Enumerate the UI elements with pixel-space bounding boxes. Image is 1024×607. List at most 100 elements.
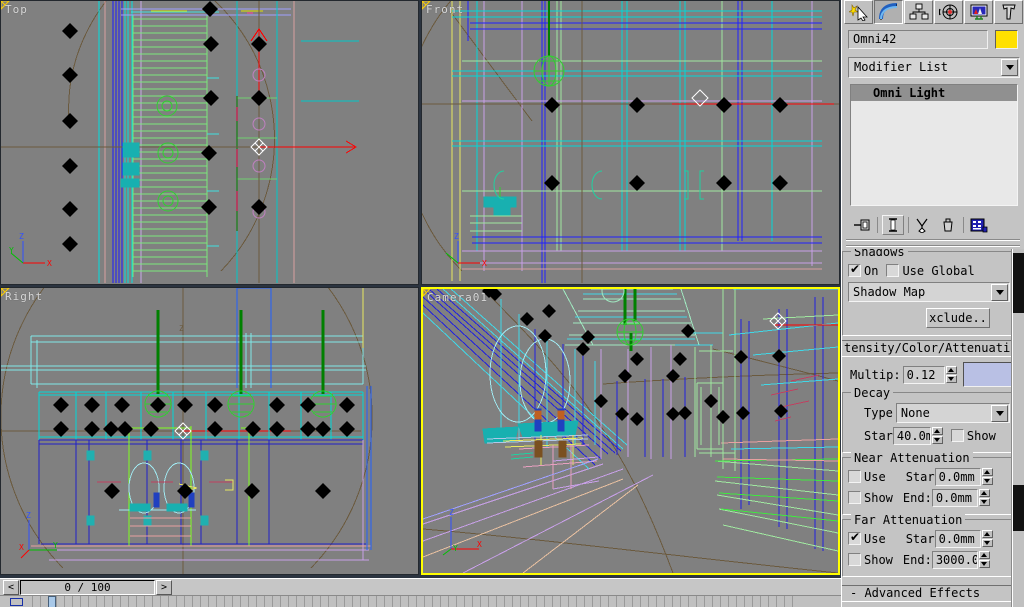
command-panel-tabs (844, 0, 1024, 26)
decay-start-label: Star (864, 428, 893, 443)
decay-group-label: Decay (851, 386, 894, 400)
toolbar-separator-2 (908, 217, 909, 233)
near-show-checkbox[interactable] (848, 491, 861, 504)
use-global-checkbox[interactable] (886, 264, 900, 277)
decay-start-row: Star 40.0m Show (848, 426, 1010, 445)
bent-tube-icon (878, 3, 897, 20)
far-attenuation-group: Far Attenuation Use Star 0.0mm Show End: (842, 513, 1014, 577)
near-start-spinner[interactable] (981, 467, 993, 486)
shadows-on-checkbox[interactable] (848, 262, 861, 277)
exclude-button[interactable]: xclude.. (926, 308, 990, 328)
modifier-list-dropdown[interactable]: Modifier List (848, 57, 1020, 78)
track-bar[interactable] (0, 595, 841, 607)
decay-start-field[interactable]: 40.0m (892, 426, 931, 445)
make-unique-icon (916, 218, 928, 233)
key-filter-icon[interactable] (10, 598, 23, 606)
viewport-right-wireframe: Z Y X Z (1, 288, 373, 574)
far-end-label: End: (902, 552, 932, 567)
decay-start-spinner[interactable] (931, 426, 943, 445)
max-window: Z X Y Top Z X Front Z Y X Z Right Z X Y … (0, 0, 1024, 607)
viewport-camera[interactable]: Z X Y Camera01 (421, 287, 840, 575)
near-start-field[interactable]: 0.0mm (934, 467, 981, 486)
far-show-checkbox[interactable] (848, 553, 861, 566)
use-global-label: Use Global (902, 263, 975, 278)
far-show-row: Show End: 3000.0 (848, 550, 1010, 569)
multiplier-label: Multip: (850, 367, 901, 382)
chevron-down-icon[interactable] (1001, 59, 1018, 76)
svg-text:X: X (482, 259, 487, 268)
frame-readout[interactable]: 0 / 100 (20, 580, 155, 595)
svg-text:Z: Z (179, 324, 184, 333)
near-show-row: Show End: 0.0mm (848, 488, 1010, 507)
tab-utilities[interactable] (994, 0, 1023, 24)
tab-display[interactable] (964, 0, 993, 24)
time-slider-handle[interactable] (48, 596, 56, 607)
toolbar-separator-3 (963, 217, 964, 233)
intensity-rollout-header[interactable]: tensity/Color/Attenuati (842, 340, 1014, 357)
object-color-swatch[interactable] (995, 30, 1018, 49)
tab-create[interactable] (844, 0, 873, 24)
configure-sets-button[interactable] (968, 215, 990, 235)
hammer-icon (1001, 4, 1016, 20)
svg-text:X: X (19, 543, 24, 552)
decay-show-checkbox[interactable] (950, 429, 964, 442)
remove-modifier-button[interactable] (937, 215, 959, 235)
near-end-field[interactable]: 0.0mm (931, 488, 978, 507)
pin-stack-button[interactable] (851, 215, 873, 235)
near-attenuation-group: Near Attenuation Use Star 0.0mm Show End (842, 451, 1014, 515)
far-start-spinner[interactable] (981, 529, 993, 548)
near-start-label: Star (905, 469, 935, 484)
near-show-label: Show (864, 490, 893, 505)
command-panel-scrollbar[interactable] (1013, 249, 1024, 607)
multiplier-spinner[interactable] (945, 365, 957, 384)
modifier-stack-toolbar (850, 213, 1018, 237)
light-color-swatch[interactable] (962, 362, 1014, 387)
svg-text:X: X (477, 540, 482, 549)
prev-frame-button[interactable]: < (3, 580, 19, 595)
advanced-effects-rollout-header[interactable]: - Advanced Effects (842, 585, 1014, 602)
near-use-checkbox[interactable] (848, 470, 861, 483)
near-end-spinner[interactable] (978, 488, 990, 507)
scrollbar-thumb-lower[interactable] (1013, 485, 1024, 531)
next-frame-button[interactable]: > (156, 580, 172, 595)
svg-text:Z: Z (449, 508, 454, 517)
decay-type-chevron-down-icon[interactable] (991, 405, 1008, 422)
trash-icon (943, 218, 953, 231)
svg-text:Z: Z (454, 232, 459, 241)
far-end-field[interactable]: 3000.0 (931, 550, 978, 569)
time-bar: < 0 / 100 > (0, 578, 841, 595)
scrollbar-thumb-upper[interactable] (1013, 253, 1024, 313)
wheel-icon (938, 4, 957, 20)
tab-hierarchy[interactable] (904, 0, 933, 24)
far-use-checkbox[interactable] (848, 530, 861, 545)
command-panel: Omni42 Modifier List Omni Light Shadows … (841, 0, 1024, 607)
shadows-toggles-row: On Use Global (848, 261, 1010, 280)
viewport-front[interactable]: Z X Front (421, 0, 840, 285)
viewport-right[interactable]: Z Y X Z Right (0, 287, 419, 575)
show-end-result-icon (889, 217, 897, 232)
decay-type-dropdown[interactable]: None (895, 403, 1010, 423)
panel-divider-2 (846, 245, 1020, 247)
svg-text:X: X (47, 259, 52, 268)
far-use-row: Use Star 0.0mm (848, 529, 1010, 548)
object-name-row: Omni42 (848, 30, 1020, 50)
tab-motion[interactable] (934, 0, 963, 24)
tab-modify[interactable] (874, 0, 903, 24)
svg-text:Y: Y (53, 541, 58, 550)
modifier-stack[interactable]: Omni Light (850, 84, 1018, 206)
shadow-type-dropdown[interactable]: Shadow Map (848, 282, 1010, 302)
far-start-field[interactable]: 0.0mm (934, 529, 981, 548)
object-name-field[interactable]: Omni42 (848, 30, 988, 49)
viewport-label-camera: Camera01 (427, 291, 488, 304)
viewport-label-front: Front (426, 3, 465, 16)
svg-text:Z: Z (26, 511, 31, 520)
viewport-top[interactable]: Z X Y Top (0, 0, 419, 285)
stack-item-omni-light[interactable]: Omni Light (851, 85, 1017, 101)
make-unique-button[interactable] (913, 215, 935, 235)
near-use-row: Use Star 0.0mm (848, 467, 1010, 486)
show-end-result-button[interactable] (882, 215, 904, 235)
multiplier-field[interactable]: 0.12 (902, 365, 945, 384)
multiplier-row: Multip: 0.12 (842, 361, 1014, 388)
far-end-spinner[interactable] (978, 550, 990, 569)
shadow-type-chevron-down-icon[interactable] (991, 284, 1008, 301)
